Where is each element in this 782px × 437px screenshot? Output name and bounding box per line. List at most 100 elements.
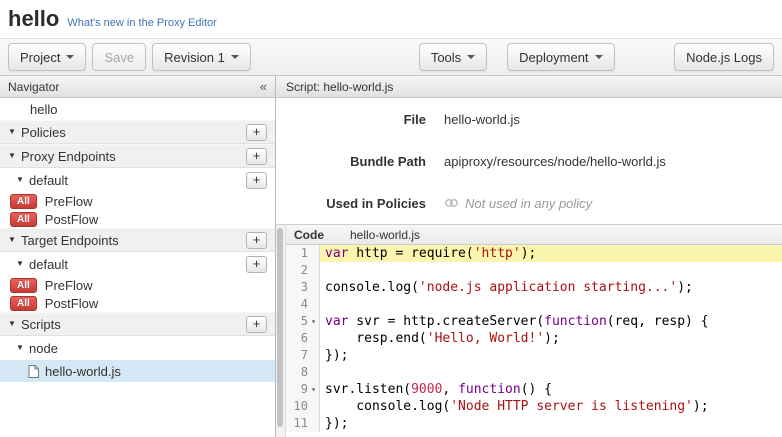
code-text[interactable] (320, 296, 782, 313)
tree-item-target-postflow[interactable]: All PostFlow (0, 294, 275, 312)
revision-menu-label: Revision 1 (164, 50, 225, 65)
line-number: 1 (286, 245, 320, 262)
tree-item-proxy-default[interactable]: ▼ default + (0, 168, 275, 192)
navigator-panel: Navigator « hello ▼ Policies + ▼ Proxy E… (0, 76, 276, 437)
script-panel-header: Script: hello-world.js (276, 76, 782, 98)
project-menu-label: Project (20, 50, 60, 65)
line-number: 5▾ (286, 313, 320, 330)
add-target-flow-button[interactable]: + (246, 256, 267, 273)
tree-item-hello-world-js[interactable]: hello-world.js (0, 360, 275, 382)
code-text[interactable] (320, 262, 782, 279)
code-text[interactable]: var http = require('http'); (320, 245, 782, 262)
tree-item-target-default[interactable]: ▼ default + (0, 252, 275, 276)
deployment-menu-button[interactable]: Deployment (507, 43, 614, 71)
caret-down-icon[interactable]: ▼ (16, 344, 29, 352)
caret-down-icon[interactable]: ▼ (8, 152, 21, 160)
all-badge: All (10, 296, 37, 311)
tools-menu-button[interactable]: Tools (419, 43, 487, 71)
editor-scrollbar[interactable] (276, 225, 286, 437)
bundle-path-label: Bundle Path (276, 154, 426, 169)
line-number: 11 (286, 415, 320, 432)
add-policy-button[interactable]: + (246, 124, 267, 141)
used-in-policies-label: Used in Policies (276, 196, 426, 211)
line-number: 9▾ (286, 381, 320, 398)
code-text[interactable]: }); (320, 347, 782, 364)
script-panel: Script: hello-world.js File hello-world.… (276, 76, 782, 437)
tree-item-target-preflow[interactable]: All PreFlow (0, 276, 275, 294)
caret-down-icon[interactable]: ▼ (16, 260, 29, 268)
collapse-navigator-button[interactable]: « (260, 80, 267, 93)
code-text[interactable]: }); (320, 415, 782, 432)
revision-menu-button[interactable]: Revision 1 (152, 43, 251, 71)
code-line[interactable]: 4 (286, 296, 782, 313)
workspace: Navigator « hello ▼ Policies + ▼ Proxy E… (0, 76, 782, 437)
toolbar: Project Save Revision 1 Tools Deployment… (0, 38, 782, 76)
navigator-title: Navigator (8, 80, 59, 94)
tree-item-proxy-postflow[interactable]: All PostFlow (0, 210, 275, 228)
caret-down-icon[interactable]: ▼ (8, 236, 21, 244)
file-label: File (276, 112, 426, 127)
save-button[interactable]: Save (92, 43, 146, 71)
code-line[interactable]: 8 (286, 364, 782, 381)
code-tab[interactable]: Code (294, 228, 324, 242)
tree-section-proxy-endpoints[interactable]: ▼ Proxy Endpoints + (0, 144, 275, 168)
add-script-button[interactable]: + (246, 316, 267, 333)
script-details-form: File hello-world.js Bundle Path apiproxy… (276, 98, 782, 224)
scrollbar-thumb[interactable] (277, 228, 283, 427)
code-line[interactable]: 11}); (286, 415, 782, 432)
code-filename: hello-world.js (350, 228, 420, 242)
line-number: 2 (286, 262, 320, 279)
code-line[interactable]: 5▾var svr = http.createServer(function(r… (286, 313, 782, 330)
code-area: Code hello-world.js 1var http = require(… (286, 225, 782, 437)
add-proxy-endpoint-button[interactable]: + (246, 148, 267, 165)
nodejs-logs-button[interactable]: Node.js Logs (674, 43, 774, 71)
code-text[interactable] (320, 364, 782, 381)
code-line[interactable]: 1var http = require('http'); (286, 245, 782, 262)
code-line[interactable]: 9▾svr.listen(9000, function() { (286, 381, 782, 398)
code-line[interactable]: 10 console.log('Node HTTP server is list… (286, 398, 782, 415)
tree-item-proxy-preflow[interactable]: All PreFlow (0, 192, 275, 210)
line-number: 3 (286, 279, 320, 296)
line-number: 8 (286, 364, 320, 381)
used-in-policies-value: Not used in any policy (444, 196, 592, 211)
add-target-endpoint-button[interactable]: + (246, 232, 267, 249)
tools-menu-label: Tools (431, 50, 461, 65)
tree-section-scripts[interactable]: ▼ Scripts + (0, 312, 275, 336)
code-text[interactable]: resp.end('Hello, World!'); (320, 330, 782, 347)
file-value: hello-world.js (444, 112, 520, 127)
code-text[interactable]: console.log('Node HTTP server is listeni… (320, 398, 782, 415)
fold-icon[interactable]: ▾ (308, 318, 319, 326)
caret-down-icon (66, 55, 74, 59)
code-line[interactable]: 7}); (286, 347, 782, 364)
code-text[interactable]: svr.listen(9000, function() { (320, 381, 782, 398)
code-editor[interactable]: 1var http = require('http');2 3console.l… (286, 245, 782, 437)
add-proxy-flow-button[interactable]: + (246, 172, 267, 189)
line-number: 7 (286, 347, 320, 364)
proxy-editor-app: hello What's new in the Proxy Editor Pro… (0, 0, 782, 437)
all-badge: All (10, 212, 37, 227)
file-row: File hello-world.js (276, 98, 782, 140)
caret-down-icon[interactable]: ▼ (8, 320, 21, 328)
deployment-menu-label: Deployment (519, 50, 588, 65)
code-line[interactable]: 2 (286, 262, 782, 279)
code-text[interactable]: var svr = http.createServer(function(req… (320, 313, 782, 330)
code-line[interactable]: 3console.log('node.js application starti… (286, 279, 782, 296)
line-number: 4 (286, 296, 320, 313)
caret-down-icon[interactable]: ▼ (8, 128, 21, 136)
caret-down-icon[interactable]: ▼ (16, 176, 29, 184)
tree-item-hello[interactable]: hello (0, 98, 275, 120)
whats-new-link[interactable]: What's new in the Proxy Editor (67, 17, 216, 29)
code-line[interactable]: 6 resp.end('Hello, World!'); (286, 330, 782, 347)
caret-down-icon (467, 55, 475, 59)
line-number: 10 (286, 398, 320, 415)
project-menu-button[interactable]: Project (8, 43, 86, 71)
tree-section-target-endpoints[interactable]: ▼ Target Endpoints + (0, 228, 275, 252)
code-text[interactable]: console.log('node.js application startin… (320, 279, 782, 296)
code-section: Code hello-world.js 1var http = require(… (276, 224, 782, 437)
caret-down-icon (595, 55, 603, 59)
tree-section-policies[interactable]: ▼ Policies + (0, 120, 275, 144)
tree-item-node-folder[interactable]: ▼ node (0, 336, 275, 360)
fold-icon[interactable]: ▾ (308, 386, 319, 394)
navigator-header: Navigator « (0, 76, 275, 98)
all-badge: All (10, 278, 37, 293)
